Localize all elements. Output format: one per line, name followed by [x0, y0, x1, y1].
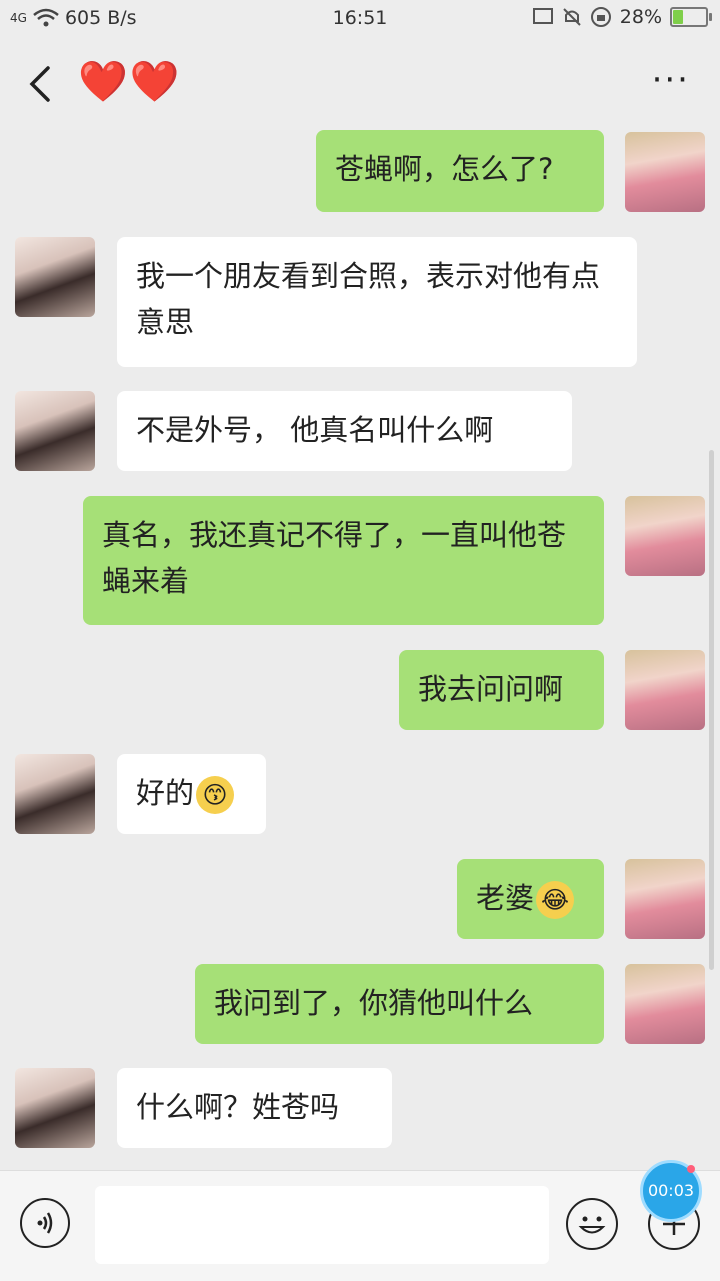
message-text: 真名，我还真记不得了，一直叫他苍蝇来着 — [102, 518, 567, 598]
mute-icon — [563, 8, 581, 26]
message-text: 不是外号， 他真名叫什么啊 — [136, 413, 494, 447]
contact-avatar[interactable] — [15, 391, 95, 471]
my-avatar[interactable] — [625, 964, 705, 1044]
contact-avatar[interactable] — [15, 1068, 95, 1148]
input-bar — [0, 1170, 720, 1281]
message-text: 我去问问啊 — [418, 672, 564, 706]
contact-avatar[interactable] — [15, 754, 95, 834]
smiley-icon — [578, 1216, 606, 1234]
scrollbar[interactable] — [709, 450, 714, 970]
message-input[interactable] — [95, 1186, 549, 1264]
more-options-button[interactable]: ··· — [652, 60, 690, 100]
emoji-button[interactable] — [566, 1198, 618, 1250]
battery-icon — [670, 7, 712, 27]
laughing-crying-face-icon: 😂 — [536, 881, 575, 919]
message-list[interactable]: 苍蝇啊，怎么了? 我一个朋友看到合照，表示对他有点意思 不是外号， 他真名叫什么… — [0, 130, 720, 1170]
message-text: 老婆 — [476, 881, 535, 915]
back-arrow-icon[interactable] — [22, 60, 62, 108]
voice-input-button[interactable] — [20, 1198, 70, 1248]
my-avatar[interactable] — [625, 496, 705, 576]
clock: 16:51 — [332, 7, 388, 29]
my-avatar[interactable] — [625, 650, 705, 730]
message-text: 我问到了，你猜他叫什么 — [214, 986, 534, 1020]
my-avatar[interactable] — [625, 859, 705, 939]
message-bubble[interactable]: 老婆 😂 — [457, 859, 604, 939]
battery-fill — [673, 10, 683, 24]
message-text: 好的 — [136, 776, 195, 810]
message-bubble[interactable]: 不是外号， 他真名叫什么啊 — [117, 391, 572, 471]
battery-percent: 28% — [619, 6, 662, 28]
message-text: 苍蝇啊，怎么了? — [335, 152, 554, 186]
voice-icon — [37, 1212, 53, 1234]
chat-title: ❤️❤️ — [78, 59, 182, 105]
message-bubble[interactable]: 苍蝇啊，怎么了? — [316, 130, 604, 212]
message-bubble[interactable]: 我问到了，你猜他叫什么 — [195, 964, 604, 1044]
message-text: 什么啊？姓苍吗 — [136, 1090, 340, 1124]
rotation-lock-icon — [590, 7, 611, 27]
message-bubble[interactable]: 我去问问啊 — [399, 650, 604, 730]
message-bubble[interactable]: 我一个朋友看到合照，表示对他有点意思 — [117, 237, 637, 367]
message-bubble[interactable]: 好的 😙 — [117, 754, 266, 834]
message-bubble[interactable]: 什么啊？姓苍吗 — [117, 1068, 392, 1148]
my-avatar[interactable] — [625, 132, 705, 212]
message-bubble[interactable]: 真名，我还真记不得了，一直叫他苍蝇来着 — [83, 496, 604, 625]
chat-header: ❤️❤️ ··· — [0, 38, 720, 130]
cast-icon — [532, 8, 553, 24]
kissing-face-icon: 😙 — [196, 776, 235, 814]
contact-avatar[interactable] — [15, 237, 95, 317]
recording-timer[interactable]: 00:03 — [640, 1160, 702, 1222]
message-text: 我一个朋友看到合照，表示对他有点意思 — [136, 259, 601, 339]
status-bar: 4G 605 B/s 16:51 28% — [0, 0, 720, 38]
